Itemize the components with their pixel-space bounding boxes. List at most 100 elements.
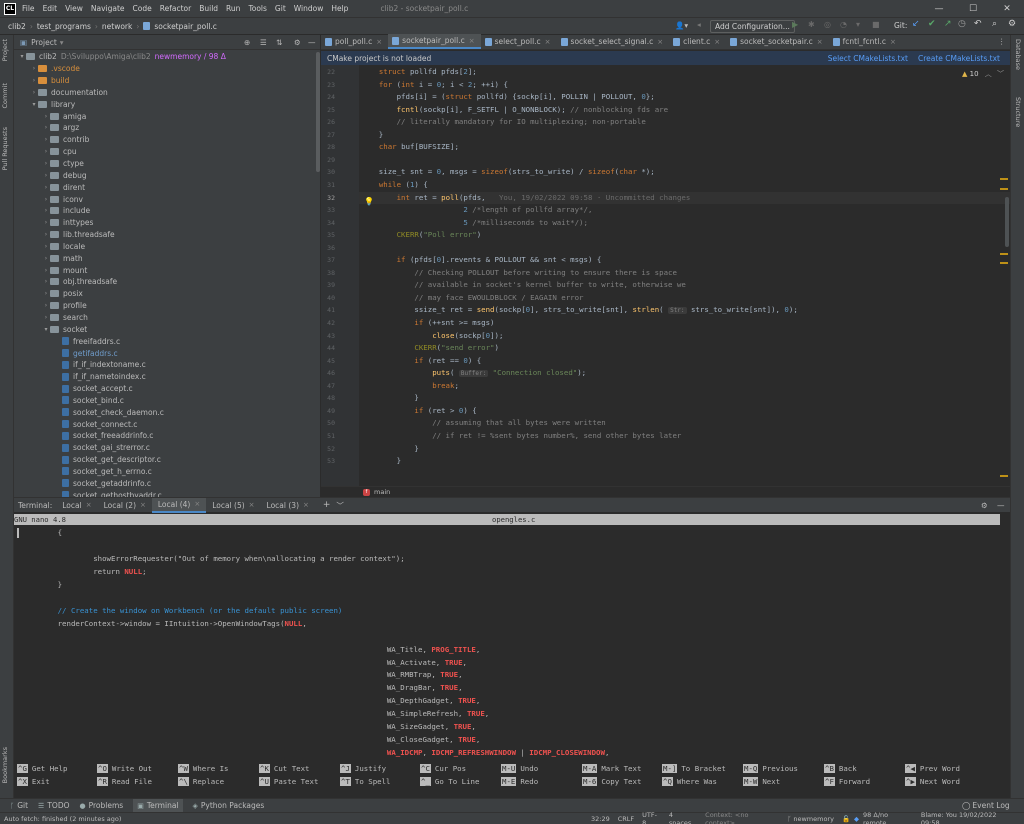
bookmarks-tool-tab[interactable]: Bookmarks [1,747,9,783]
editor-tab[interactable]: socket_select_signal.c × [557,34,670,49]
tree-node[interactable]: › dirent [14,181,320,193]
tool-window-problems[interactable]: ● Problems [80,801,124,810]
nano-shortcut[interactable]: ^O Write Out [97,764,152,773]
terminal-tab[interactable]: Local (4) × [151,497,207,513]
close-icon[interactable]: × [194,500,200,508]
editor-tab[interactable]: poll_poll.c × [321,34,388,49]
caret-position[interactable]: 32:29 [591,815,610,823]
nano-shortcut[interactable]: M-6 Copy Text [582,777,641,786]
git-update-icon[interactable]: ↙ [912,19,920,29]
breadcrumb-item[interactable]: clib2 [8,22,26,31]
new-terminal-icon[interactable]: + [323,500,331,510]
nano-shortcut[interactable]: ^▶ Next Word [905,777,960,786]
add-configuration-button[interactable]: Add Configuration... [710,20,795,33]
terminal-tab[interactable]: Local (2) × [98,498,152,513]
more-run-icon[interactable]: ▾ [856,20,860,29]
editor-tab[interactable]: select_poll.c × [481,34,557,49]
chevron-right-icon[interactable]: › [42,184,50,191]
chevron-right-icon[interactable]: › [42,267,50,274]
menu-item-view[interactable]: View [65,4,83,13]
chevron-right-icon[interactable]: › [42,302,50,309]
nano-shortcut[interactable]: ^K Cut Text [259,764,310,773]
nano-shortcut[interactable]: ^Q Where Was [662,777,717,786]
nano-shortcut[interactable]: M-U Undo [501,764,538,773]
settings-icon[interactable]: ⚙ [1008,19,1016,29]
tool-window-terminal[interactable]: ▣ Terminal [133,798,183,813]
menu-item-tools[interactable]: Tools [248,4,266,13]
tree-node[interactable]: › lib.threadsafe [14,229,320,241]
nano-shortcut[interactable]: M-A Mark Text [582,764,641,773]
warning-marker[interactable] [1000,188,1008,190]
tree-node[interactable]: socket_connect.c [14,418,320,430]
terminal-content[interactable]: { showErrorRequester("Out of memory when… [14,525,1000,770]
menu-item-code[interactable]: Code [133,4,152,13]
chevron-down-icon[interactable]: ▾ [42,326,50,333]
lightbulb-icon[interactable]: 💡 [364,197,374,206]
structure-tool-tab[interactable]: Structure [1014,97,1022,127]
editor-scrollbar[interactable] [1005,197,1009,247]
tree-node[interactable]: › amiga [14,110,320,122]
menu-item-file[interactable]: File [22,4,35,13]
project-scrollbar[interactable] [316,52,320,172]
chevron-down-icon[interactable]: ▾ [60,38,64,47]
tree-node[interactable]: freeifaddrs.c [14,335,320,347]
chevron-right-icon[interactable]: › [42,231,50,238]
tree-node[interactable]: if_if_indextoname.c [14,359,320,371]
editor-tab[interactable]: fcntl_fcntl.c × [829,34,902,49]
terminal-settings-icon[interactable]: ⚙ [981,501,988,510]
close-icon[interactable]: × [140,501,146,509]
menu-item-git[interactable]: Git [275,4,286,13]
warning-marker[interactable] [1000,262,1008,264]
nano-shortcut[interactable]: ^X Exit [17,777,50,786]
close-icon[interactable]: × [376,38,382,46]
terminal-tab[interactable]: Local (5) × [206,498,260,513]
tree-node[interactable]: socket_get_h_errno.c [14,466,320,478]
coverage-icon[interactable]: ◎ [824,20,831,29]
hide-panel-icon[interactable]: — [308,38,316,47]
chevron-down-icon[interactable]: ﹀ [336,500,344,511]
chevron-right-icon[interactable]: › [30,89,38,96]
nano-shortcut[interactable]: ^_ Go To Line [420,777,479,786]
create-cmakelists-link[interactable]: Create CMakeLists.txt [918,54,1000,63]
git-changes[interactable]: 98 Δ/no remote [863,811,913,824]
tool-window-todo[interactable]: ☰ TODO [38,801,69,810]
nano-shortcut[interactable]: M-W Next [743,777,780,786]
blame-info[interactable]: Blame: You 19/02/2022 09:58 [921,811,1016,824]
project-tool-tab[interactable]: Project [1,39,9,61]
close-icon[interactable]: × [657,38,663,46]
nano-shortcut[interactable]: ^T To Spell [340,777,391,786]
commit-tool-tab[interactable]: Commit [1,83,9,109]
nano-shortcut[interactable]: ^U Paste Text [259,777,318,786]
pull-requests-tool-tab[interactable]: Pull Requests [1,127,9,170]
tree-node[interactable]: › build [14,75,320,87]
run-icon[interactable]: ▶ [792,20,798,29]
tree-node[interactable]: › inttypes [14,217,320,229]
chevron-right-icon[interactable]: › [42,290,50,297]
code-editor[interactable]: struct pollfd pfds[2]; for (int i = 0; i… [359,65,1010,486]
close-icon[interactable]: × [545,38,551,46]
profile-icon[interactable]: ◔ [840,20,847,29]
editor-tab[interactable]: client.c × [669,34,726,49]
indent-setting[interactable]: 4 spaces [669,811,697,824]
tree-node[interactable]: › debug [14,169,320,181]
chevron-right-icon[interactable]: › [42,219,50,226]
back-arrow-icon[interactable]: ◂ [697,20,701,29]
tree-node[interactable]: socket_accept.c [14,383,320,395]
expand-all-icon[interactable]: ⇅ [276,38,282,47]
tree-node[interactable]: › ctype [14,158,320,170]
breadcrumb-item[interactable]: network [102,22,132,31]
collapse-all-icon[interactable]: ☰ [260,38,267,47]
chevron-down-icon[interactable]: ▾ [18,53,26,60]
close-icon[interactable]: × [249,501,255,509]
chevron-right-icon[interactable]: › [42,113,50,120]
tree-root[interactable]: ▾ clib2 D:\Sviluppo\Amiga\clib2 newmemor… [14,51,320,63]
git-commit-icon[interactable]: ✔ [928,19,936,29]
debug-icon[interactable]: ✱ [808,20,815,29]
search-icon[interactable]: ⌕ [992,19,997,29]
chevron-right-icon[interactable]: › [42,172,50,179]
tree-node[interactable]: socket_get_descriptor.c [14,454,320,466]
git-push-icon[interactable]: ↗ [944,19,952,29]
status-message[interactable]: Auto fetch: finished (2 minutes ago) [4,815,121,823]
tree-node[interactable]: ▾ socket [14,323,320,335]
chevron-right-icon[interactable]: › [30,77,38,84]
